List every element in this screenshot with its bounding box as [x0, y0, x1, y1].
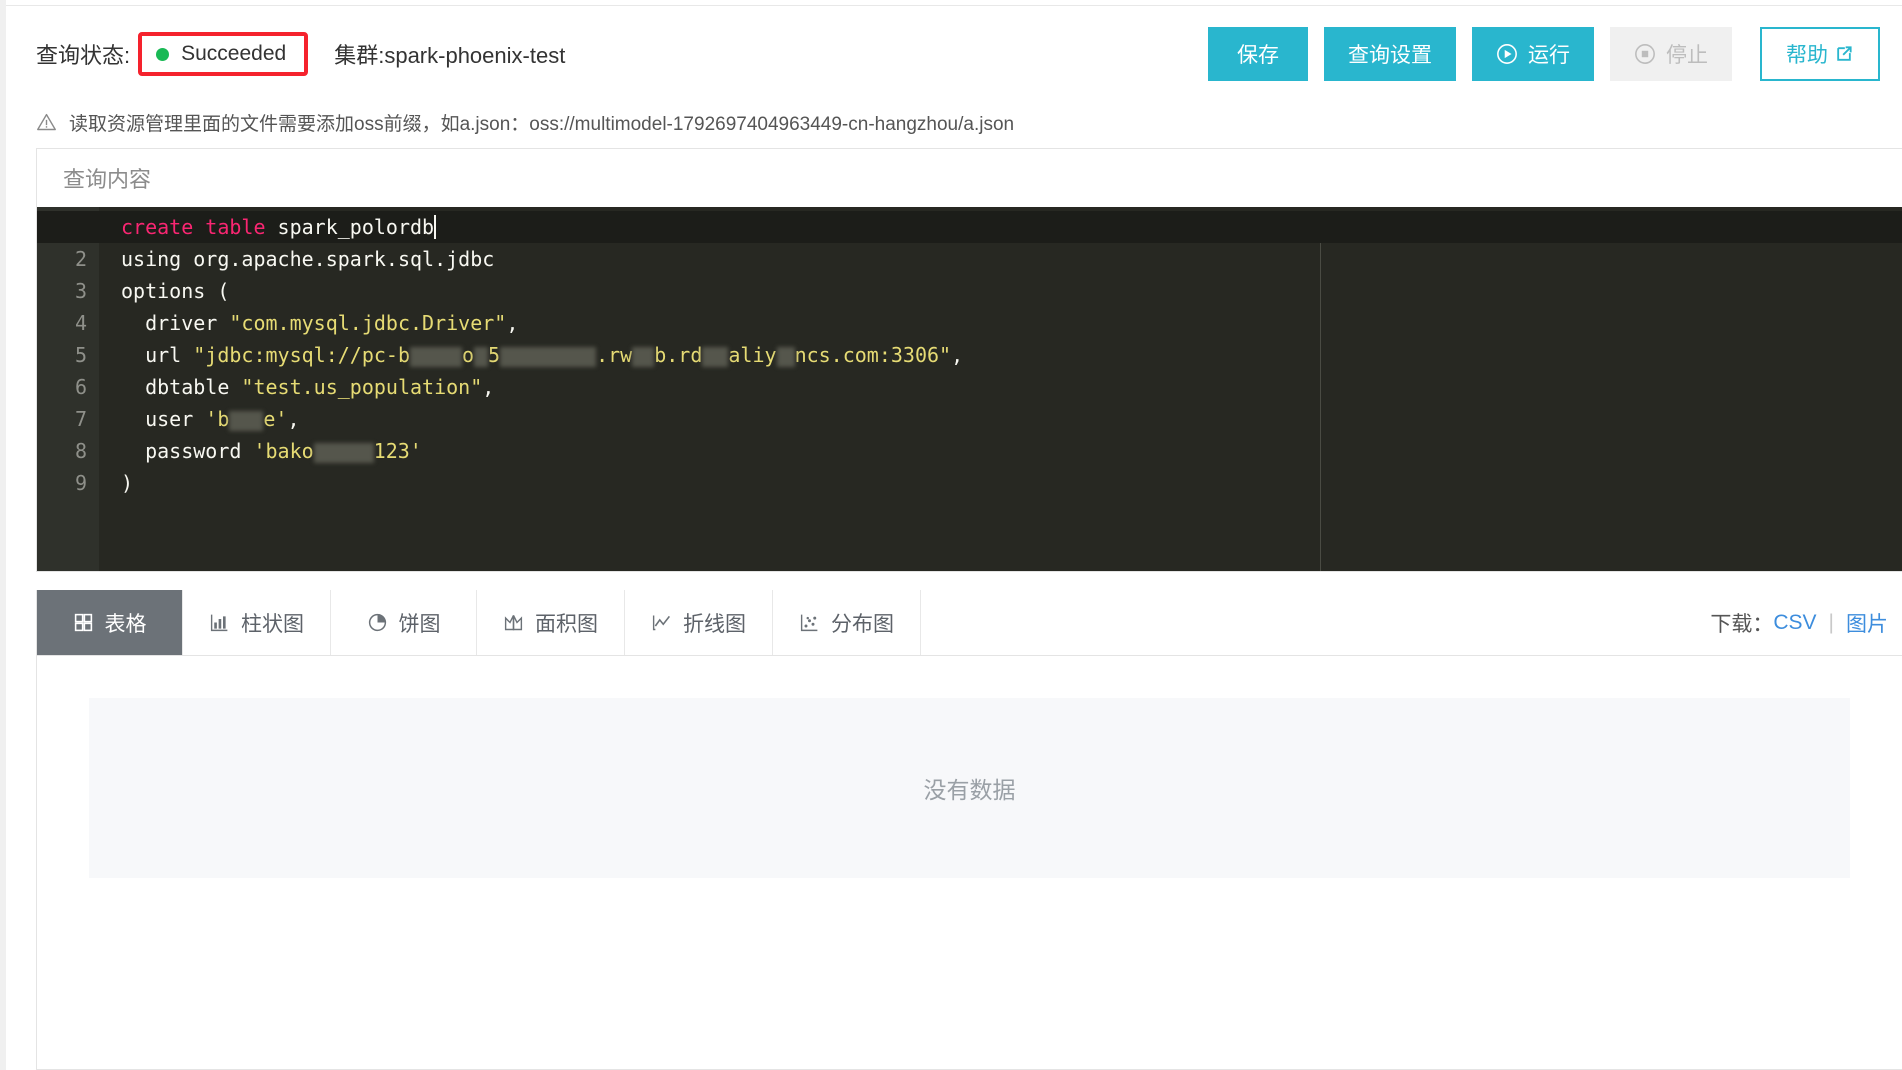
code-editor[interactable]: 1 2 3 4 5 6 7 8 9 create table spark_pol… — [37, 207, 1902, 572]
tab-table[interactable]: 表格 — [37, 590, 183, 655]
redacted-text: xxx — [314, 443, 374, 463]
tab-bar-chart-label: 柱状图 — [241, 608, 304, 638]
download-group: 下载： CSV | 图片 — [1710, 590, 1902, 655]
stop-button[interactable]: 停止 — [1610, 27, 1732, 81]
empty-state-text: 没有数据 — [924, 771, 1016, 805]
line-number: 4 — [37, 307, 99, 339]
save-button-label: 保存 — [1237, 39, 1279, 69]
query-editor-page: 查询状态: Succeeded 集群:spark-phoenix-test 保存… — [0, 0, 1902, 1070]
code-line-3: options ( — [121, 275, 1902, 307]
code-line-2: using org.apache.spark.sql.jdbc — [121, 243, 1902, 275]
warning-triangle-icon — [36, 112, 57, 133]
code-line-5: url "jdbc:mysql://pc-bxxox5xxxx.rwxb.rdx… — [121, 339, 1902, 371]
redacted-text: x — [777, 347, 795, 367]
result-tabbar: 表格 柱状图 — [37, 590, 1902, 656]
redacted-text: xxxx — [500, 347, 596, 367]
stop-circle-icon — [1634, 43, 1656, 65]
line-number: 2 — [37, 243, 99, 275]
line-number: 5 — [37, 339, 99, 371]
left-rail — [0, 0, 6, 1070]
tab-scatter-chart-label: 分布图 — [831, 608, 894, 638]
line-number: 6 — [37, 371, 99, 403]
empty-state: 没有数据 — [89, 698, 1850, 878]
cluster-name: 集群:spark-phoenix-test — [334, 38, 565, 70]
line-number: 7 — [37, 403, 99, 435]
play-circle-icon — [1496, 43, 1518, 65]
oss-prefix-notice: 读取资源管理里面的文件需要添加oss前缀，如a.json：oss://multi… — [36, 104, 1014, 140]
query-editor-card: 查询内容 1 2 3 4 5 6 7 8 9 create table spar… — [36, 148, 1902, 572]
table-grid-icon — [73, 612, 94, 633]
download-csv-link[interactable]: CSV — [1773, 611, 1816, 635]
code-line-9: ) — [121, 467, 1902, 499]
tab-area-chart[interactable]: 面积图 — [477, 590, 625, 655]
tab-bar-chart[interactable]: 柱状图 — [183, 590, 331, 655]
tab-scatter-chart[interactable]: 分布图 — [773, 590, 921, 655]
notice-text: 读取资源管理里面的文件需要添加oss前缀，如a.json：oss://multi… — [69, 109, 1014, 136]
area-chart-icon — [503, 612, 524, 633]
tab-area-chart-label: 面积图 — [535, 608, 598, 638]
code-line-8: password 'bakoxxx123' — [121, 435, 1902, 467]
redacted-text: x — [632, 347, 654, 367]
code-line-6: dbtable "test.us_population", — [121, 371, 1902, 403]
query-status-label: 查询状态: — [36, 38, 130, 70]
redacted-text: xx — [229, 411, 263, 431]
download-image-link[interactable]: 图片 — [1846, 608, 1888, 638]
code-content[interactable]: create table spark_polordb using org.apa… — [99, 211, 1902, 499]
status-badge: Succeeded — [138, 32, 308, 76]
header-actions: 保存 查询设置 运行 — [1192, 27, 1902, 81]
code-line-1: create table spark_polordb — [37, 211, 1902, 243]
bar-chart-icon — [209, 612, 230, 633]
external-link-icon — [1834, 44, 1854, 64]
download-label: 下载： — [1710, 608, 1773, 638]
line-number: 9 — [37, 467, 99, 499]
query-settings-label: 查询设置 — [1348, 39, 1432, 69]
line-number: 3 — [37, 275, 99, 307]
help-button-label: 帮助 — [1786, 39, 1828, 69]
tab-table-label: 表格 — [105, 608, 147, 638]
redacted-text: xx — [410, 347, 462, 367]
help-button[interactable]: 帮助 — [1760, 27, 1880, 81]
run-button-label: 运行 — [1528, 39, 1570, 69]
download-separator: | — [1829, 611, 1834, 635]
tab-line-chart[interactable]: 折线图 — [625, 590, 773, 655]
redacted-text: x — [702, 347, 728, 367]
query-status-group: 查询状态: Succeeded 集群:spark-phoenix-test — [36, 32, 565, 76]
pie-chart-icon — [367, 612, 388, 633]
tab-pie-chart-label: 饼图 — [399, 608, 441, 638]
scatter-chart-icon — [799, 612, 820, 633]
tab-pie-chart[interactable]: 饼图 — [331, 590, 477, 655]
line-chart-icon — [651, 612, 672, 633]
code-line-7: user 'bxxe', — [121, 403, 1902, 435]
code-line-4: driver "com.mysql.jdbc.Driver", — [121, 307, 1902, 339]
redacted-text: x — [474, 347, 488, 367]
text-cursor — [434, 215, 436, 239]
query-settings-button[interactable]: 查询设置 — [1324, 27, 1456, 81]
result-panel: 表格 柱状图 — [36, 590, 1902, 1070]
run-button[interactable]: 运行 — [1472, 27, 1594, 81]
save-button[interactable]: 保存 — [1208, 27, 1308, 81]
query-content-label: 查询内容 — [37, 149, 1902, 207]
line-number: 8 — [37, 435, 99, 467]
status-value: Succeeded — [181, 42, 286, 66]
line-number-gutter: 1 2 3 4 5 6 7 8 9 — [37, 207, 99, 572]
status-dot-icon — [156, 48, 169, 61]
tab-line-chart-label: 折线图 — [683, 608, 746, 638]
result-body: 没有数据 — [37, 656, 1902, 1069]
stop-button-label: 停止 — [1666, 39, 1708, 69]
page-header: 查询状态: Succeeded 集群:spark-phoenix-test 保存… — [6, 6, 1902, 102]
